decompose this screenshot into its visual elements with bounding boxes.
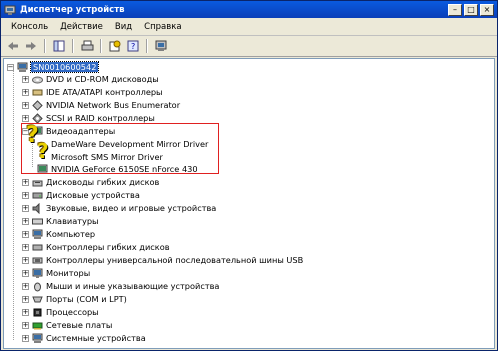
tree-node-label: Сетевые платы [46, 320, 113, 330]
tree-node[interactable]: + Порты (COM и LPT) [22, 293, 127, 305]
tree-node[interactable]: + DVD и CD-ROM дисководы [22, 73, 159, 85]
expand-toggle[interactable]: + [22, 217, 29, 225]
dvd-icon [32, 74, 43, 85]
floppy-controller-icon [32, 242, 43, 253]
tree-node[interactable]: + NVIDIA Network Bus Enumerator [22, 99, 180, 111]
toolbar-separator [100, 39, 102, 53]
help-icon[interactable]: ? [125, 38, 141, 54]
tree-node[interactable]: + Контроллеры универсальной последовател… [22, 254, 303, 266]
expand-toggle[interactable]: + [22, 204, 29, 212]
tree-node-label: Мониторы [46, 268, 91, 278]
computer-icon [17, 62, 28, 73]
tree-node[interactable]: + Системные устройства [22, 332, 146, 344]
toolbar-separator [146, 39, 148, 53]
scan-hardware-icon[interactable] [153, 38, 169, 54]
expand-toggle[interactable]: + [22, 334, 29, 342]
back-icon[interactable] [5, 38, 21, 54]
tree-node-label: IDE ATA/ATAPI контроллеры [46, 87, 163, 97]
expand-toggle[interactable]: + [22, 230, 29, 238]
tree-node[interactable]: + Компьютер [22, 228, 95, 240]
expand-toggle[interactable]: + [22, 114, 29, 122]
cpu-icon [32, 307, 43, 318]
toolbar-separator [72, 39, 74, 53]
tree-node[interactable]: + Клавиатуры [22, 215, 99, 227]
tree-root[interactable]: − SN0010600542 [7, 61, 100, 73]
expand-toggle[interactable]: + [22, 75, 29, 83]
tree-node-label: Порты (COM и LPT) [46, 294, 127, 304]
computer-icon [32, 229, 43, 240]
tree-node-label: Звуковые, видео и игровые устройства [46, 203, 217, 213]
menu-view[interactable]: Вид [109, 22, 138, 32]
expand-toggle[interactable]: + [22, 88, 29, 96]
properties-icon[interactable] [107, 38, 123, 54]
maximize-button[interactable]: □ [464, 3, 478, 16]
tree-node[interactable]: + Контроллеры гибких дисков [22, 241, 170, 253]
network-card-icon [32, 320, 43, 331]
tree-node[interactable]: + Дисковые устройства [22, 189, 140, 201]
mouse-icon [32, 281, 43, 292]
tree-node-label: Компьютер [46, 229, 96, 239]
expand-toggle[interactable]: + [22, 243, 29, 251]
menu-console[interactable]: Консоль [5, 22, 54, 32]
disk-icon [32, 190, 43, 201]
device-manager-window: Диспетчер устройств – □ × Консоль Действ… [0, 0, 498, 351]
tree-node-label: Системные устройства [46, 333, 146, 343]
expand-toggle[interactable]: + [22, 191, 29, 199]
tree-node-label: NVIDIA Network Bus Enumerator [46, 100, 181, 110]
tree-root-label: SN0010600542 [29, 61, 100, 73]
monitor-icon [32, 268, 43, 279]
expand-toggle[interactable]: + [22, 256, 29, 264]
expand-toggle[interactable]: + [22, 282, 29, 290]
tree-node[interactable]: + Звуковые, видео и игровые устройства [22, 202, 216, 214]
print-icon[interactable] [79, 38, 95, 54]
tree-node[interactable]: + IDE ATA/ATAPI контроллеры [22, 86, 163, 98]
expand-toggle[interactable]: + [22, 178, 29, 186]
device-tree: − SN0010600542 + DVD и CD-ROM дисководы … [3, 58, 495, 349]
collapse-toggle[interactable]: − [7, 63, 14, 71]
question-mark-icon: ? [37, 139, 49, 163]
tree-node-label: Клавиатуры [46, 216, 99, 226]
toolbar: ? [1, 36, 497, 57]
window-title: Диспетчер устройств [20, 4, 125, 15]
svg-text:?: ? [131, 42, 135, 51]
scsi-icon [32, 112, 43, 124]
network-icon [32, 99, 43, 111]
expand-toggle[interactable]: + [22, 321, 29, 329]
keyboard-icon [32, 216, 43, 227]
console-tree-icon[interactable] [51, 38, 67, 54]
tree-node[interactable]: + Мыши и иные указывающие устройства [22, 280, 219, 292]
menu-help[interactable]: Справка [138, 22, 187, 32]
highlight-box [21, 123, 219, 174]
tree-node[interactable]: + Мониторы [22, 267, 90, 279]
tree-node-label: Дисковые устройства [46, 190, 140, 200]
floppy-icon [32, 177, 43, 188]
forward-icon[interactable] [23, 38, 39, 54]
tree-node-label: Контроллеры гибких дисков [46, 242, 170, 252]
tree-node[interactable]: + Дисководы гибких дисков [22, 176, 159, 188]
tree-node-label: Мыши и иные указывающие устройства [46, 281, 220, 291]
menu-action[interactable]: Действие [54, 22, 109, 32]
port-icon [32, 294, 43, 305]
expand-toggle[interactable]: + [22, 269, 29, 277]
system-icon [32, 333, 43, 344]
title-bar: Диспетчер устройств – □ × [1, 1, 497, 18]
expand-toggle[interactable]: + [22, 101, 29, 109]
expand-toggle[interactable]: + [22, 295, 29, 303]
minimize-button[interactable]: – [448, 3, 462, 16]
tree-node-label: Дисководы гибких дисков [46, 177, 160, 187]
menu-bar: Консоль Действие Вид Справка [1, 18, 497, 36]
device-manager-icon [4, 4, 16, 16]
tree-node[interactable]: + Сетевые платы [22, 319, 112, 331]
expand-toggle[interactable]: + [22, 308, 29, 316]
tree-node[interactable]: + Процессоры [22, 306, 99, 318]
tree-node-label: Процессоры [46, 307, 99, 317]
close-button[interactable]: × [480, 3, 494, 16]
ide-icon [32, 87, 43, 98]
usb-icon [32, 255, 43, 266]
toolbar-separator [44, 39, 46, 53]
tree-node-label: Контроллеры универсальной последовательн… [46, 255, 304, 265]
tree-node-label: DVD и CD-ROM дисководы [46, 74, 159, 84]
sound-icon [32, 202, 43, 214]
tree-node-label: SCSI и RAID контроллеры [46, 113, 155, 123]
